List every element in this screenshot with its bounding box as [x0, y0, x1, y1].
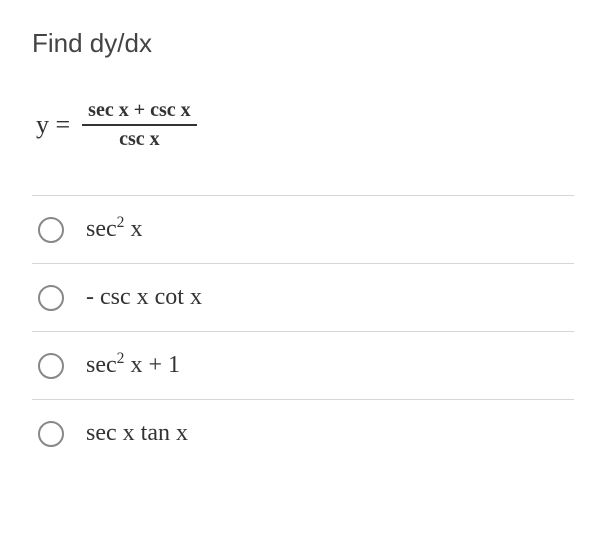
option-3[interactable]: sec2 x + 1 — [32, 331, 574, 399]
option-label: - csc x cot x — [86, 284, 202, 311]
radio-icon — [38, 217, 64, 243]
options-group: sec2 x - csc x cot x sec2 x + 1 sec x ta… — [32, 195, 574, 467]
equation-left: y = — [36, 110, 70, 140]
radio-icon — [38, 421, 64, 447]
equation-fraction: sec x + csc x csc x — [82, 99, 196, 151]
radio-icon — [38, 285, 64, 311]
question-equation: y = sec x + csc x csc x — [36, 99, 574, 151]
radio-icon — [38, 353, 64, 379]
option-1[interactable]: sec2 x — [32, 195, 574, 263]
option-2[interactable]: - csc x cot x — [32, 263, 574, 331]
option-label: sec2 x — [86, 216, 142, 243]
option-label: sec2 x + 1 — [86, 352, 180, 379]
option-4[interactable]: sec x tan x — [32, 399, 574, 467]
equation-denominator: csc x — [82, 124, 196, 151]
option-label: sec x tan x — [86, 420, 188, 447]
equation-numerator: sec x + csc x — [82, 99, 196, 124]
question-title: Find dy/dx — [32, 28, 574, 59]
